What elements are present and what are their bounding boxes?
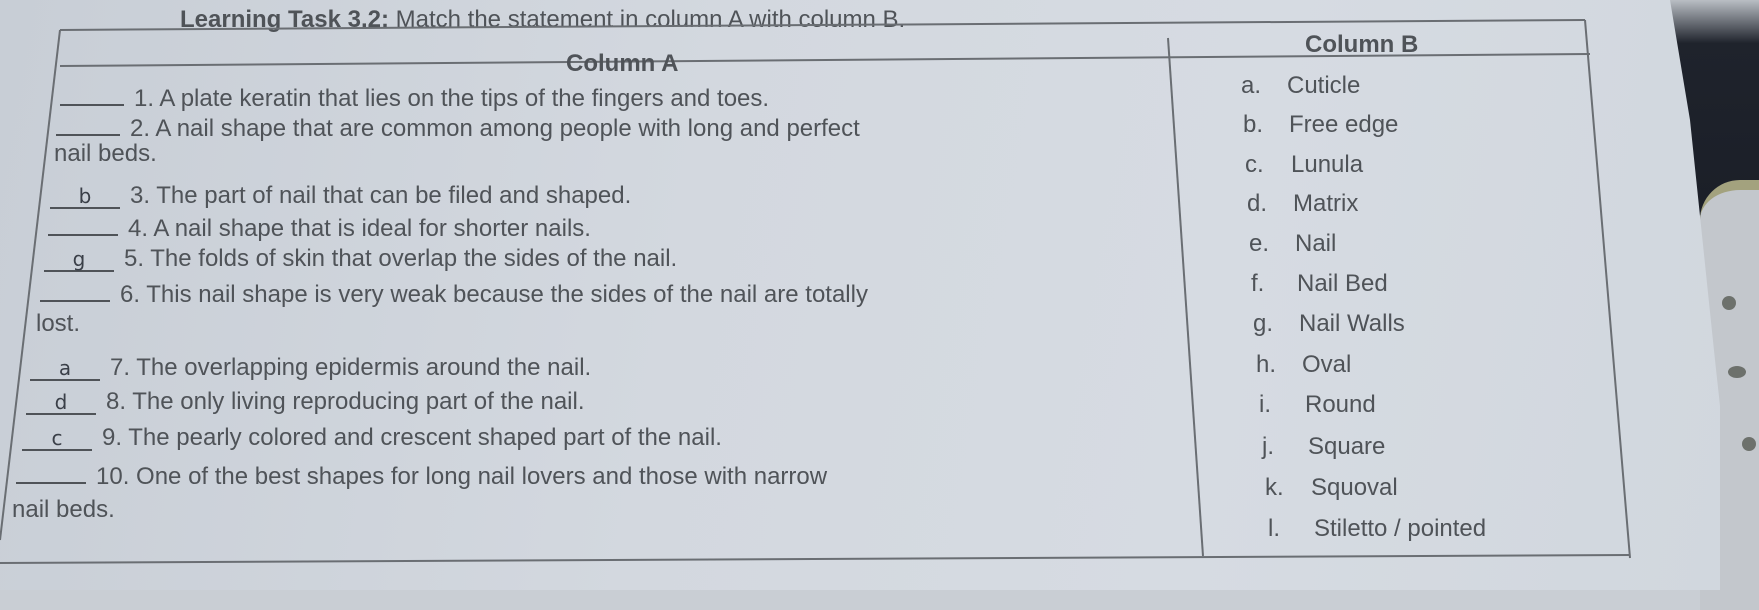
question-2-continued: nail beds. — [54, 140, 157, 167]
answer-blank-10[interactable] — [16, 462, 86, 484]
question-text: 5. The folds of skin that overlap the si… — [124, 245, 678, 272]
column-a-header: Column A — [566, 50, 679, 77]
question-1: 1. A plate keratin that lies on the tips… — [60, 84, 769, 113]
question-6-continued: lost. — [36, 310, 81, 337]
decorative-dot — [1742, 437, 1756, 451]
question-2: 2. A nail shape that are common among pe… — [56, 114, 860, 143]
question-text: 4. A nail shape that is ideal for shorte… — [128, 215, 591, 242]
option-i: i. Round — [1259, 391, 1376, 418]
option-c: c. Lunula — [1245, 151, 1364, 178]
question-3: b 3. The part of nail that can be filed a… — [50, 182, 631, 210]
option-a: a. Cuticle — [1241, 72, 1361, 99]
answer-blank-4[interactable] — [48, 214, 118, 236]
answer-blank-5[interactable]: g — [44, 249, 114, 272]
answer-blank-7[interactable]: a — [30, 358, 100, 381]
question-6: 6. This nail shape is very weak because … — [40, 280, 868, 309]
option-f: f. Nail Bed — [1251, 270, 1388, 297]
decorative-dot — [1722, 296, 1736, 310]
question-text: 9. The pearly colored and crescent shape… — [102, 424, 722, 451]
option-k: k. Squoval — [1265, 474, 1398, 501]
question-10-continued: nail beds. — [12, 496, 115, 523]
column-b-header: Column B — [1305, 31, 1419, 58]
option-b: b. Free edge — [1243, 111, 1399, 138]
option-j: j. Square — [1262, 433, 1386, 460]
question-text: 1. A plate keratin that lies on the tips… — [134, 85, 770, 112]
worksheet-paper: Learning Task 3.2: Match the statement i… — [0, 0, 1720, 590]
answer-blank-2[interactable] — [56, 114, 120, 136]
question-8: d 8. The only living reproducing part of … — [26, 388, 585, 416]
option-g: g. Nail Walls — [1253, 310, 1405, 337]
question-text: 2. A nail shape that are common among pe… — [130, 115, 860, 142]
option-d: d. Matrix — [1247, 190, 1359, 217]
question-text: 10. One of the best shapes for long nail… — [96, 463, 828, 490]
answer-blank-8[interactable]: d — [26, 392, 96, 415]
question-text: 3. The part of nail that can be filed an… — [130, 182, 632, 209]
question-text: 7. The overlapping epidermis around the … — [110, 354, 592, 381]
question-5: g 5. The folds of skin that overlap the s… — [44, 245, 677, 273]
answer-blank-3[interactable]: b — [50, 186, 120, 209]
question-text: 6. This nail shape is very weak because … — [120, 281, 868, 308]
option-l: l. Stiletto / pointed — [1268, 515, 1487, 542]
question-text: 8. The only living reproducing part of t… — [106, 388, 585, 415]
decorative-dot — [1728, 366, 1746, 378]
answer-blank-1[interactable] — [60, 84, 124, 106]
option-e: e. Nail — [1249, 230, 1337, 257]
answer-blank-9[interactable]: c — [22, 428, 92, 451]
answer-blank-6[interactable] — [40, 280, 110, 302]
question-4: 4. A nail shape that is ideal for shorte… — [48, 214, 591, 243]
question-7: a 7. The overlapping epidermis around the… — [30, 354, 591, 382]
option-h: h. Oval — [1256, 351, 1352, 378]
question-9: c 9. The pearly colored and crescent shap… — [22, 424, 722, 452]
question-10: 10. One of the best shapes for long nail… — [16, 462, 827, 491]
